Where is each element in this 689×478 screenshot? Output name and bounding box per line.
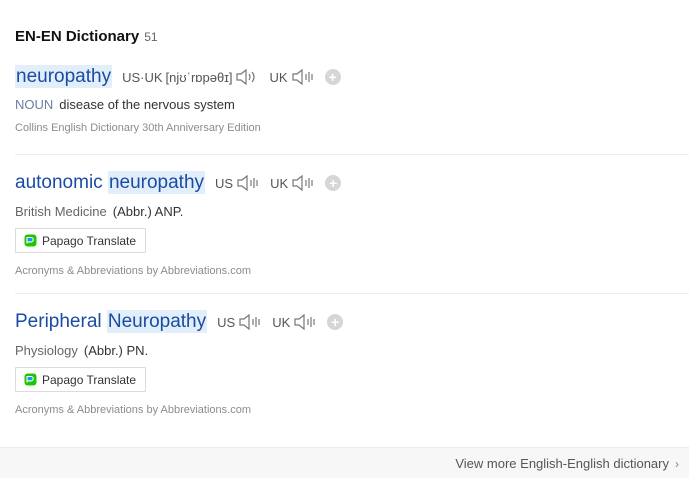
chevron-right-icon: › (675, 456, 679, 471)
phonetic-text: [njʊˈrɒpəθɪ] (165, 69, 233, 85)
add-to-wordbook-plus-icon[interactable]: + (325, 175, 342, 191)
pron-label: UK (270, 175, 289, 191)
field-label: British Medicine (15, 204, 107, 219)
pronunciation-uk: UK (270, 174, 315, 192)
dictionary-entry: autonomic neuropathy US UK + British Med… (15, 170, 689, 277)
papago-translate-label: Papago Translate (42, 372, 137, 387)
speaker-icon[interactable] (238, 313, 262, 331)
entry-word-link[interactable]: Peripheral Neuropathy (15, 310, 208, 333)
highlighted-term[interactable]: Neuropathy (106, 310, 208, 333)
speaker-icon[interactable] (293, 313, 317, 331)
papago-logo-icon (24, 373, 37, 386)
section-title: EN-EN Dictionary (15, 28, 140, 45)
footer-bar: View more English-English dictionary › (0, 447, 689, 478)
pronunciation-us: US (217, 313, 262, 331)
source-link[interactable]: Acronyms & Abbreviations by Abbreviation… (15, 404, 689, 416)
pronunciation-us: US (215, 174, 260, 192)
result-count: 51 (144, 30, 158, 44)
pronunciation-uk: UK (272, 313, 317, 331)
papago-logo-icon (24, 234, 37, 247)
definition: disease of the nervous system (59, 97, 235, 112)
dictionary-entry: neuropathy US·UK [njʊˈrɒpəθɪ] UK + NOUN … (15, 64, 689, 134)
speaker-icon[interactable] (291, 174, 315, 192)
pronunciation-uk: UK (269, 68, 314, 86)
pron-label: UK (272, 314, 291, 330)
section-header: EN-EN Dictionary 51 (15, 28, 158, 45)
speaker-icon[interactable] (236, 174, 260, 192)
papago-translate-button[interactable]: Papago Translate (15, 367, 147, 392)
papago-translate-button[interactable]: Papago Translate (15, 228, 147, 253)
part-of-speech: NOUN (15, 97, 54, 112)
highlighted-term[interactable]: neuropathy (107, 171, 206, 194)
speaker-icon[interactable] (291, 68, 315, 86)
highlighted-term[interactable]: neuropathy (15, 65, 113, 88)
definition: (Abbr.) ANP. (112, 204, 184, 219)
pron-label: US (217, 314, 236, 330)
pronunciation-us-uk: US·UK [njʊˈrɒpəθɪ] (122, 68, 259, 86)
source-link[interactable]: Acronyms & Abbreviations by Abbreviation… (15, 265, 689, 277)
pron-label: UK (269, 69, 288, 85)
dictionary-entry: Peripheral Neuropathy US UK + Physiology… (15, 309, 689, 416)
view-more-label: View more English-English dictionary (455, 456, 669, 471)
view-more-link[interactable]: View more English-English dictionary › (455, 456, 679, 471)
pron-label: US·UK (122, 69, 163, 85)
divider (15, 293, 689, 294)
add-to-wordbook-plus-icon[interactable]: + (324, 69, 341, 85)
definition: (Abbr.) PN. (83, 343, 149, 358)
papago-translate-label: Papago Translate (42, 233, 137, 248)
pron-label: US (215, 175, 234, 191)
divider (15, 154, 689, 155)
entry-word-link[interactable]: neuropathy (15, 65, 113, 88)
speaker-icon[interactable] (235, 68, 259, 86)
field-label: Physiology (15, 343, 78, 358)
source-link[interactable]: Collins English Dictionary 30th Annivers… (15, 122, 689, 134)
entry-word-link[interactable]: autonomic neuropathy (15, 171, 206, 194)
add-to-wordbook-plus-icon[interactable]: + (327, 314, 344, 330)
